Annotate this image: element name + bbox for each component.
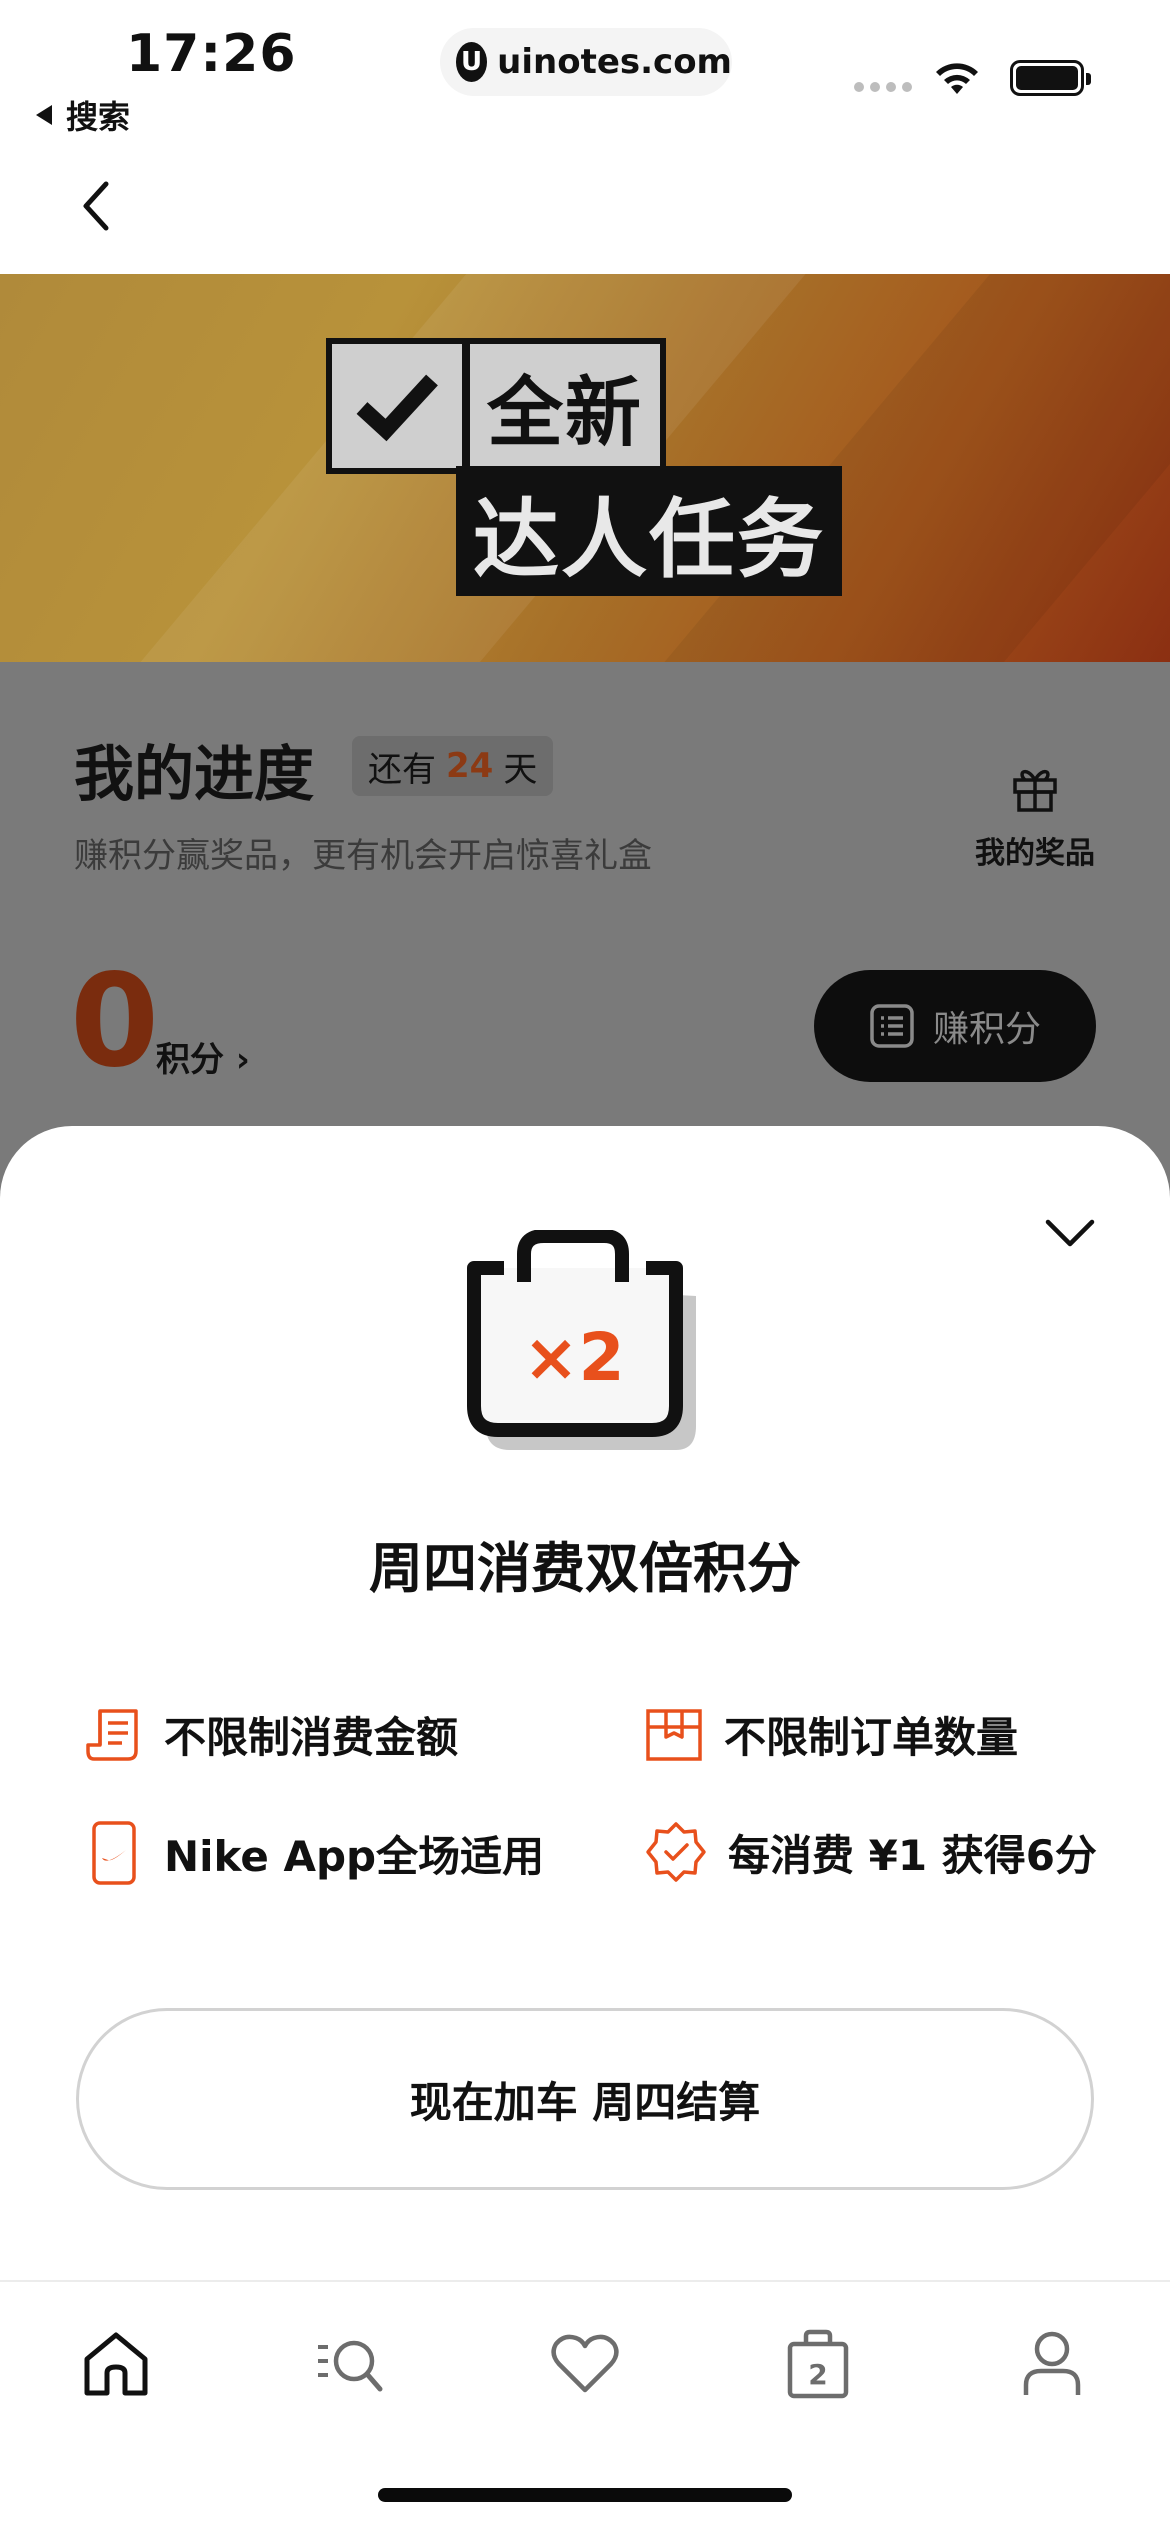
- back-to-app-link[interactable]: 搜索: [36, 92, 130, 138]
- feature-item: 每消费 ¥1 获得6分: [644, 1820, 1097, 1884]
- home-icon: [84, 2332, 148, 2396]
- progress-title: 我的进度: [74, 740, 314, 810]
- double-badge-text: ×2: [523, 1319, 624, 1396]
- badge-check-icon: [646, 1822, 706, 1882]
- double-points-bag-icon: ×2: [467, 1230, 696, 1450]
- feature-label: Nike App全场适用: [164, 1831, 545, 1881]
- hero-title-box: 全新: [326, 338, 666, 474]
- days-remaining-badge: 还有 24 天: [352, 736, 554, 796]
- points-value: 0: [70, 947, 160, 1096]
- url-text: uinotes.com: [497, 42, 732, 82]
- status-bar: 17:26 搜索 U uinotes.com: [0, 0, 1170, 150]
- phone-swoosh-icon: [92, 1821, 136, 1885]
- earn-points-label: 赚积分: [932, 1009, 1041, 1050]
- list-icon: [870, 1004, 914, 1048]
- feature-item: 不限制订单数量: [644, 1704, 1018, 1765]
- tab-profile[interactable]: [1012, 2324, 1092, 2404]
- hero-line2: 达人任务: [456, 466, 842, 596]
- status-time: 17:26: [126, 24, 297, 84]
- heart-icon: [551, 2334, 619, 2393]
- wifi-icon: [936, 63, 978, 94]
- progress-subtitle: 赚积分赢奖品，更有机会开启惊喜礼盒: [74, 836, 652, 876]
- add-to-cart-button[interactable]: 现在加车 周四结算: [76, 2008, 1094, 2190]
- points-link[interactable]: 积分 ›: [156, 1032, 250, 1081]
- bag-count: 2: [808, 2358, 827, 2391]
- back-chevron-icon[interactable]: [76, 178, 116, 234]
- earn-points-button[interactable]: 赚积分: [814, 970, 1096, 1082]
- my-prizes-label: 我的奖品: [975, 836, 1095, 871]
- receipt-icon: [86, 1708, 138, 1761]
- feature-item: Nike App全场适用: [84, 1820, 544, 1886]
- tab-favorites[interactable]: [545, 2324, 625, 2404]
- hero-banner: 全新 达人任务: [0, 274, 1170, 662]
- feature-label: 不限制消费金额: [164, 1713, 459, 1762]
- profile-icon: [1023, 2331, 1081, 2395]
- search-list-icon: [318, 2340, 383, 2392]
- tab-bag[interactable]: 2: [778, 2324, 858, 2404]
- back-app-label: 搜索: [66, 98, 131, 136]
- url-pill[interactable]: U uinotes.com: [440, 28, 732, 96]
- feature-label: 不限制订单数量: [724, 1713, 1019, 1762]
- home-indicator: [378, 2488, 792, 2502]
- site-logo-icon: U: [456, 42, 488, 82]
- days-remaining-value: 24: [446, 746, 494, 786]
- feature-item: 不限制消费金额: [84, 1704, 458, 1765]
- gift-icon: [1013, 769, 1057, 812]
- bag-icon: 2: [787, 2329, 849, 2399]
- feature-label: 每消费 ¥1 获得6分: [728, 1830, 1097, 1880]
- chevron-down-icon[interactable]: [1044, 1216, 1096, 1250]
- tab-home[interactable]: [76, 2324, 156, 2404]
- my-prizes-button[interactable]: 我的奖品: [970, 762, 1100, 872]
- back-triangle-icon: [36, 105, 52, 125]
- hero-line1: 全新: [470, 344, 660, 468]
- box-icon: [646, 1708, 702, 1761]
- battery-icon: [1010, 60, 1091, 96]
- checkmark-icon: [332, 344, 462, 468]
- tab-search[interactable]: [310, 2324, 390, 2404]
- offer-title: 周四消费双倍积分: [369, 1537, 801, 1600]
- signal-icon: [854, 82, 912, 92]
